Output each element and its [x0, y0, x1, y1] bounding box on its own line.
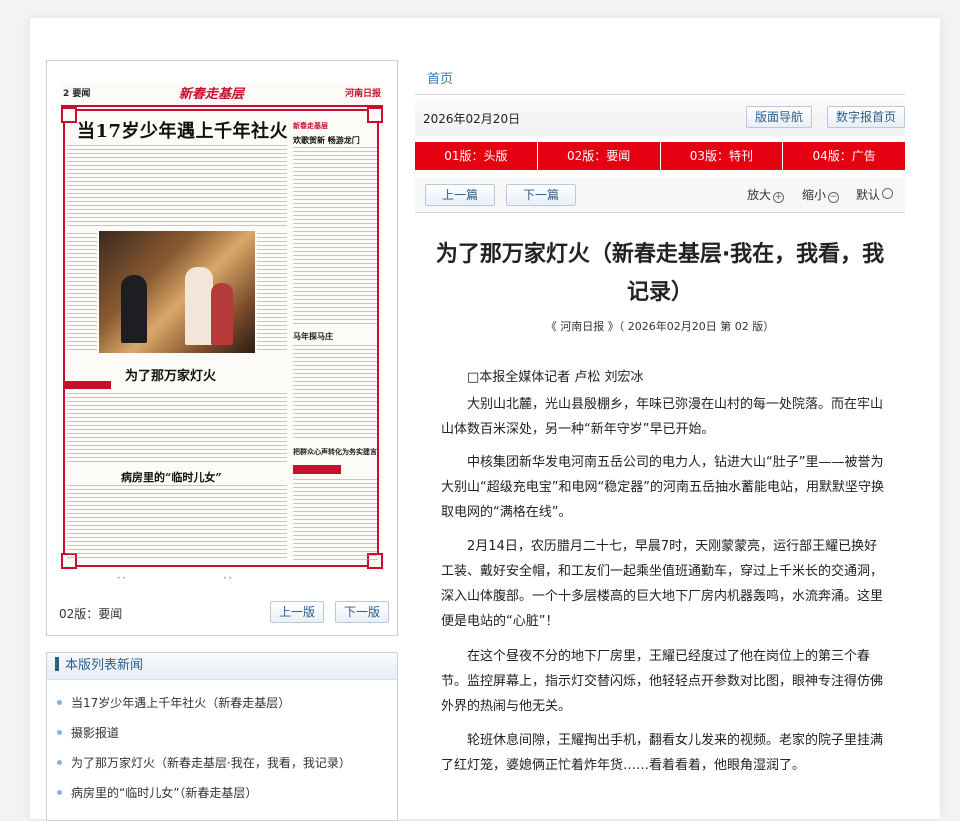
prev-page-button[interactable]: 上一版	[270, 601, 325, 623]
paper-headline-middle: 为了那万家灯火	[125, 369, 217, 384]
paper-text-column	[67, 233, 97, 353]
paper-photo	[99, 231, 255, 353]
news-list-item[interactable]: 病房里的“临时儿女”（新春走基层）	[57, 778, 397, 808]
zoom-out-button[interactable]: 缩小 −	[802, 186, 840, 203]
news-list-header: 本版列表新闻	[47, 653, 397, 680]
minus-circle-icon: −	[828, 192, 840, 203]
paper-text-column	[67, 393, 287, 463]
paper-text-column	[293, 147, 377, 327]
header-bar-icon	[55, 657, 59, 671]
paper-text-column	[293, 479, 377, 561]
zoom-in-button[interactable]: 放大 +	[747, 186, 785, 203]
news-list: 当17岁少年遇上千年社火（新春走基层） 摄影报道 为了那万家灯火（新春走基层·我…	[47, 680, 397, 808]
page-label: 02版：要闻	[59, 607, 123, 621]
paper-pagination-dots: • •	[223, 575, 232, 582]
breadcrumb-home-link[interactable]: 首页	[427, 68, 453, 87]
tab-page-01[interactable]: 01版：头版	[415, 142, 538, 170]
tab-page-02[interactable]: 02版：要闻	[538, 142, 661, 170]
tab-page-04[interactable]: 04版：广告	[783, 142, 905, 170]
paper-side-heading: 把群众心声转化为务实建言	[293, 448, 377, 456]
article-title: 为了那万家灯火（新春走基层·我在，我看，我记录）	[435, 242, 885, 305]
digital-home-button[interactable]: 数字报首页	[827, 106, 905, 128]
paper-text-column	[257, 233, 287, 353]
edition-tabs: 01版：头版 02版：要闻 03版：特刊 04版：广告	[415, 142, 905, 170]
paper-headline-bottom: 病房里的“临时儿女”	[121, 471, 222, 484]
bullet-icon	[57, 760, 62, 765]
issue-date: 2026年02月20日	[423, 112, 521, 126]
plus-circle-icon: +	[773, 192, 785, 203]
news-list-item[interactable]: 摄影报道	[57, 718, 397, 748]
paper-side-heading: 马年探马庄	[293, 332, 333, 341]
paper-header: 2 要闻 新春走基层 河南日报	[61, 83, 383, 107]
newspaper-page-panel: 2 要闻 新春走基层 河南日报 当17岁少年遇上千年社火 新春走基层 欢歌贺新 …	[46, 60, 398, 636]
next-article-button[interactable]: 下一篇	[506, 184, 577, 206]
bullet-icon	[57, 790, 62, 795]
article-paragraph: 轮班休息间隙，王耀掏出手机，翻看女儿发来的视频。老家的院子里挂满了红灯笼，婆媳俩…	[441, 733, 884, 773]
paper-text-column	[67, 145, 287, 227]
news-list-item[interactable]: 为了那万家灯火（新春走基层·我在，我看，我记录）	[57, 748, 397, 778]
paper-side-heading: 新春走基层	[293, 122, 328, 130]
page-news-list-panel: 本版列表新闻 当17岁少年遇上千年社火（新春走基层） 摄影报道 为了那万家灯火（…	[46, 652, 398, 821]
article-paragraph: 在这个昼夜不分的地下厂房里，王耀已经度过了他在岗位上的第三个春节。监控屏幕上，指…	[441, 649, 884, 714]
bullet-icon	[57, 700, 62, 705]
bullet-icon	[57, 730, 62, 735]
paper-corner-ornament	[367, 107, 383, 123]
paper-banner: 新春走基层	[179, 87, 245, 102]
article-paragraph: 2月14日，农历腊月二十七，早晨7时，天刚蒙蒙亮，运行部王耀已换好工装、戴好安全…	[441, 539, 884, 629]
paper-section-tag	[293, 465, 341, 474]
paper-pagination-dots: • •	[117, 575, 126, 582]
newspaper-page-image[interactable]: 2 要闻 新春走基层 河南日报 当17岁少年遇上千年社火 新春走基层 欢歌贺新 …	[61, 83, 383, 571]
divider	[415, 94, 905, 95]
article-source: 《 河南日报 》（ 2026年02月20日 第 02 版）	[545, 320, 775, 333]
news-list-item[interactable]: 当17岁少年遇上千年社火（新春走基层）	[57, 688, 397, 718]
paper-headline-main: 当17岁少年遇上千年社火	[77, 121, 289, 142]
tab-page-03[interactable]: 03版：特刊	[661, 142, 784, 170]
news-list-title: 本版列表新闻	[65, 658, 144, 673]
circle-icon	[882, 188, 894, 199]
paper-text-column	[67, 485, 287, 561]
layout-nav-button[interactable]: 版面导航	[746, 106, 813, 128]
article-byline: □本报全媒体记者 卢松 刘宏冰	[467, 370, 644, 385]
paper-corner-ornament	[61, 107, 77, 123]
article-nav-bar: 上一篇 下一篇 放大 + 缩小 − 默认	[415, 178, 905, 213]
zoom-default-button[interactable]: 默认	[856, 186, 894, 203]
date-toolbar: 2026年02月20日 版面导航 数字报首页	[415, 100, 905, 136]
page-frame: 2 要闻 新春走基层 河南日报 当17岁少年遇上千年社火 新春走基层 欢歌贺新 …	[30, 18, 940, 821]
article-paragraph: 中核集团新华发电河南五岳公司的电力人，钻进大山“肚子”里——被誉为大别山“超级充…	[441, 455, 884, 520]
prev-article-button[interactable]: 上一篇	[425, 184, 496, 206]
paper-text-column	[293, 345, 377, 441]
article-paragraph: 大别山北麓，光山县殷棚乡，年味已弥漫在山村的每一处院落。而在牢山山体数百米深处，…	[441, 397, 884, 437]
next-page-button[interactable]: 下一版	[335, 601, 390, 623]
paper-side-heading: 欢歌贺新 畅游龙门	[293, 136, 360, 145]
paper-brand-logo: 河南日报	[344, 89, 381, 99]
paper-section-tag	[65, 381, 111, 389]
paper-page-number: 2 要闻	[63, 89, 91, 99]
